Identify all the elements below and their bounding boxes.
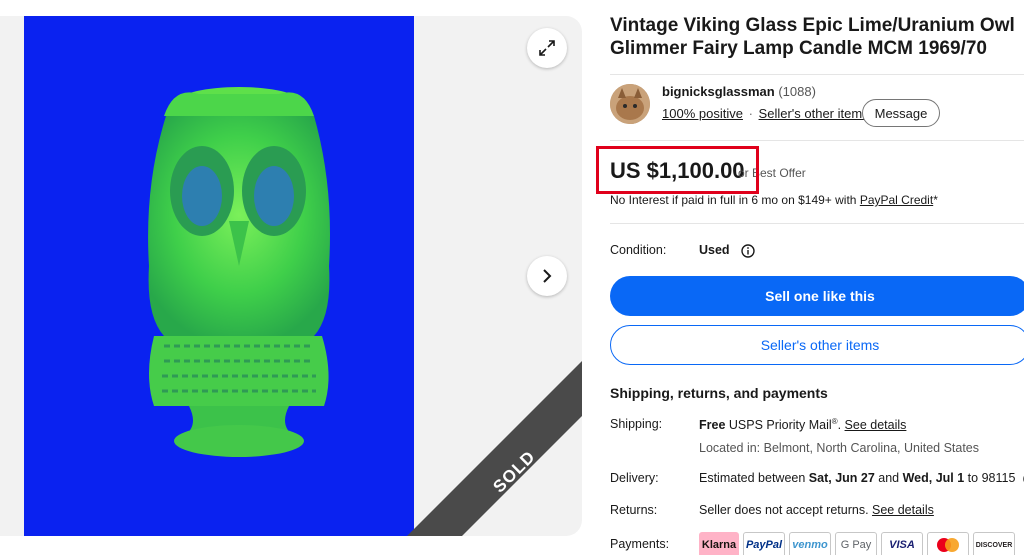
delivery-label: Delivery: (610, 471, 659, 485)
discover-icon: DISCOVER (973, 532, 1015, 555)
divider (610, 74, 1024, 75)
owl-lamp-image (148, 87, 330, 457)
venmo-icon: venmo (789, 532, 831, 555)
delivery-prefix: Estimated between (699, 471, 809, 485)
price-row: US $1,100.00 or Best Offer (596, 146, 1024, 194)
delivery-suffix: to 98115 (964, 471, 1016, 485)
condition-value: Used (699, 243, 730, 257)
visa-icon: VISA (881, 532, 923, 555)
info-icon[interactable] (741, 244, 755, 258)
financing-suffix: * (933, 193, 938, 207)
separator: · (748, 106, 753, 121)
seller-other-items-button[interactable]: Seller's other items (610, 325, 1024, 365)
seller-name-row: bignicksglassman (1088) (662, 84, 816, 99)
returns-text: Seller does not accept returns. (699, 503, 873, 517)
shipping-label: Shipping: (610, 417, 663, 431)
positive-feedback-link[interactable]: 100% positive (662, 106, 743, 121)
price-highlight-box (596, 146, 759, 194)
sell-one-like-this-button[interactable]: Sell one like this (610, 276, 1024, 316)
shipping-reg: ® (831, 417, 838, 426)
returns-label: Returns: (610, 503, 658, 517)
klarna-icon: Klarna (699, 532, 739, 555)
returns-see-details-link[interactable]: See details (872, 503, 934, 517)
google-pay-icon: G Pay (835, 532, 877, 555)
condition-value-wrap: Used (699, 243, 755, 258)
seller-feedback-count: (1088) (778, 84, 816, 99)
returns-value: Seller does not accept returns. See deta… (699, 503, 934, 517)
expand-icon (539, 40, 555, 56)
delivery-value: Estimated between Sat, Jun 27 and Wed, J… (699, 471, 1024, 486)
seller-avatar[interactable] (610, 84, 650, 124)
cat-avatar-image (610, 84, 650, 124)
shipping-free: Free (699, 418, 726, 433)
mastercard-icon (927, 532, 969, 555)
shipping-service: USPS Priority Mail (725, 418, 832, 433)
divider (610, 140, 1024, 141)
financing-text: No Interest if paid in full in 6 mo on $… (610, 193, 860, 207)
delivery-start: Sat, Jun 27 (808, 471, 875, 485)
next-image-button[interactable] (527, 256, 567, 296)
item-location: Located in: Belmont, North Carolina, Uni… (699, 441, 980, 455)
shipping-heading: Shipping, returns, and payments (610, 385, 828, 401)
paypal-credit-link[interactable]: PayPal Credit (860, 193, 933, 207)
seller-name[interactable]: bignicksglassman (662, 84, 775, 99)
payment-methods: Klarna PayPal venmo G Pay VISA DISCOVER (699, 532, 1015, 555)
seller-other-items-link[interactable]: Seller's other items (759, 106, 869, 121)
seller-card: bignicksglassman (1088) 100% positive · … (610, 84, 1024, 128)
divider (610, 223, 1024, 224)
financing-note: No Interest if paid in full in 6 mo on $… (610, 193, 938, 207)
expand-button[interactable] (527, 28, 567, 68)
message-button[interactable]: Message (862, 99, 940, 127)
condition-label: Condition: (610, 243, 667, 257)
delivery-and: and (874, 471, 903, 485)
chevron-right-icon (543, 269, 552, 283)
shipping-value: Free USPS Priority Mail®. See details (699, 417, 907, 433)
shipping-see-details-link[interactable]: See details (845, 418, 907, 432)
payments-label: Payments: (610, 537, 670, 551)
paypal-icon: PayPal (743, 532, 785, 555)
listing-title: Vintage Viking Glass Epic Lime/Uranium O… (610, 15, 1015, 59)
sold-badge: SOLD (489, 446, 539, 497)
delivery-end: Wed, Jul 1 (902, 471, 965, 485)
product-photo[interactable] (24, 16, 414, 536)
image-gallery: SOLD (0, 16, 582, 536)
mastercard-logo (937, 538, 959, 552)
seller-links: 100% positive · Seller's other items (662, 106, 869, 121)
